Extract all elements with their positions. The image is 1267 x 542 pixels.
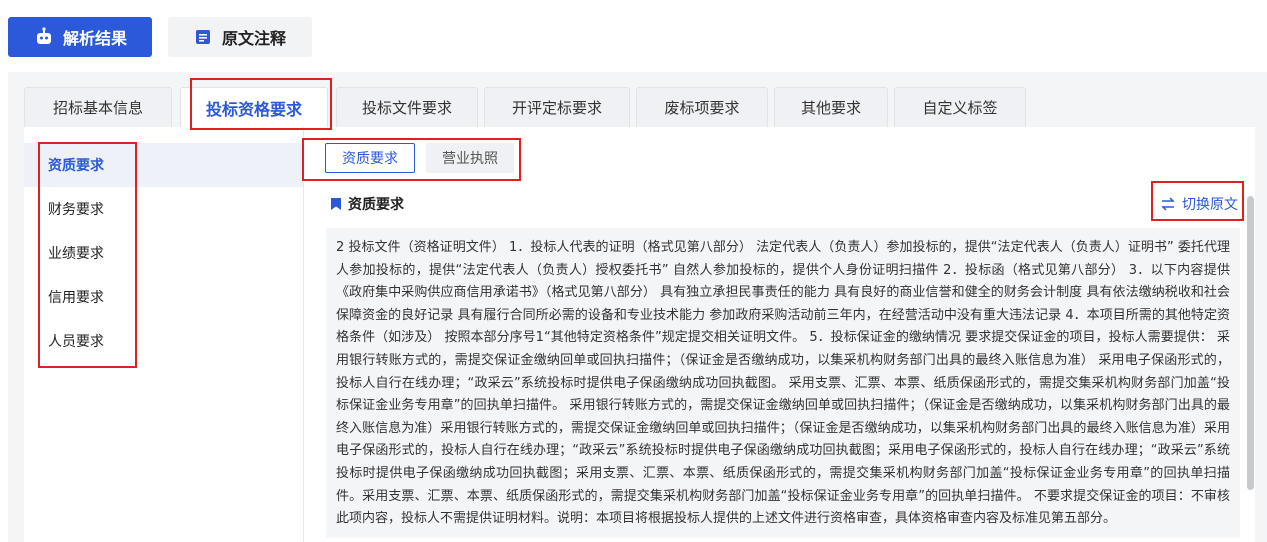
vertical-divider [303, 127, 304, 542]
tab-qualification[interactable]: 投标资格要求 [180, 87, 328, 127]
nav-item-qualification[interactable]: 资质要求 [24, 143, 304, 187]
tab-custom-label[interactable]: 自定义标签 [894, 87, 1026, 127]
nav-item-performance[interactable]: 业绩要求 [24, 231, 304, 275]
section-title: 资质要求 [330, 193, 404, 215]
qualification-text: 2 投标文件（资格证明文件） 1．投标人代表的证明（格式见第八部分） 法定代表人… [326, 228, 1240, 538]
tab-evaluation[interactable]: 开评定标要求 [484, 87, 630, 127]
tab-invalid-bid[interactable]: 废标项要求 [636, 87, 768, 127]
robot-icon [33, 26, 55, 48]
nav-item-personnel[interactable]: 人员要求 [24, 319, 304, 363]
left-nav: 资质要求 财务要求 业绩要求 信用要求 人员要求 [24, 143, 304, 542]
original-annotation-button[interactable]: 原文注释 [168, 17, 312, 57]
switch-original-button[interactable]: 切换原文 [1160, 193, 1238, 215]
switch-original-label: 切换原文 [1182, 197, 1238, 213]
tab-basic-info[interactable]: 招标基本信息 [24, 87, 172, 127]
document-icon [192, 26, 214, 48]
nav-item-finance[interactable]: 财务要求 [24, 187, 304, 231]
bookmark-icon [330, 197, 342, 211]
analysis-result-button[interactable]: 解析结果 [8, 17, 152, 57]
nav-item-credit[interactable]: 信用要求 [24, 275, 304, 319]
tab-bid-document[interactable]: 投标文件要求 [336, 87, 478, 127]
analysis-result-label: 解析结果 [63, 29, 128, 48]
swap-icon [1160, 196, 1176, 212]
top-bar: 解析结果 原文注释 [0, 0, 1267, 64]
section-title-text: 资质要求 [348, 197, 404, 213]
tab-other[interactable]: 其他要求 [774, 87, 888, 127]
subtab-qualification[interactable]: 资质要求 [325, 143, 415, 173]
original-annotation-label: 原文注释 [222, 29, 287, 48]
subtab-business-license[interactable]: 营业执照 [426, 143, 514, 173]
scrollbar[interactable] [1247, 196, 1254, 490]
